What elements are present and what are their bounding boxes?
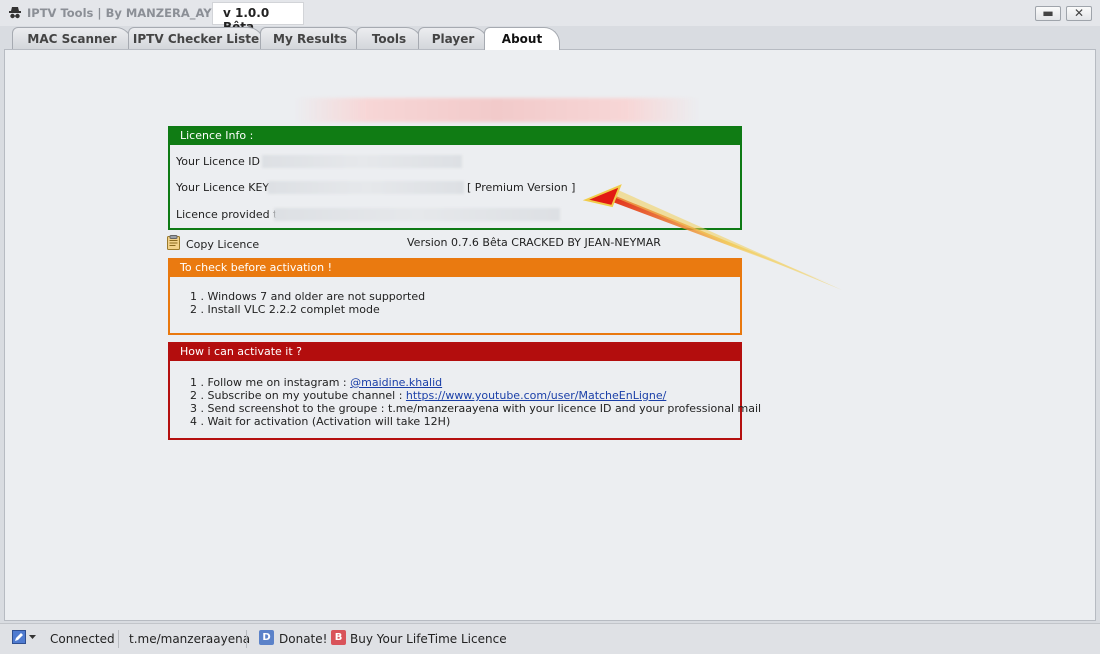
redacted-banner (295, 98, 699, 122)
connection-status: Connected (50, 632, 115, 646)
minimize-button[interactable]: ▬ (1035, 6, 1061, 21)
check-item: 2 . Install VLC 2.2.2 complet mode (190, 303, 380, 316)
edit-icon[interactable] (12, 630, 26, 644)
check-item: 1 . Windows 7 and older are not supporte… (190, 290, 426, 303)
buy-licence-button[interactable]: Buy Your LifeTime Licence (350, 632, 507, 646)
activate-item: 4 . Wait for activation (Activation will… (190, 415, 451, 428)
licence-provided-value (274, 208, 560, 221)
tab-about[interactable]: About (484, 27, 560, 50)
window-title: IPTV Tools | By MANZERA_AYNA (27, 6, 231, 20)
divider (118, 630, 119, 648)
licence-key-label: Your Licence KEY : (176, 181, 277, 194)
annotation-arrow-icon (582, 184, 842, 290)
licence-key-value[interactable] (268, 181, 464, 194)
version-box: v 1.0.0 Bêta (212, 2, 304, 34)
activate-item-text: 1 . Follow me on instagram : (190, 376, 351, 389)
tab-tools[interactable]: Tools (356, 27, 422, 49)
close-icon: ✕ (1073, 6, 1085, 20)
minimize-icon: ▬ (1042, 6, 1054, 20)
divider (246, 630, 247, 648)
donate-icon: D (259, 630, 274, 645)
spy-icon (9, 7, 21, 19)
licence-id-label: Your Licence ID : (176, 155, 268, 168)
status-bar: Connected t.me/manzeraayena D Donate! B … (0, 623, 1100, 654)
tab-player[interactable]: Player (418, 27, 488, 49)
tab-my-results[interactable]: My Results (260, 27, 360, 49)
licence-id-value[interactable] (262, 155, 462, 168)
activate-item: 2 . Subscribe on my youtube channel : ht… (190, 389, 666, 402)
buy-icon: B (331, 630, 346, 645)
premium-version-badge: [ Premium Version ] (467, 181, 576, 194)
telegram-link[interactable]: t.me/manzeraayena (129, 632, 250, 646)
activate-header: How i can activate it ? (170, 344, 740, 361)
clipboard-icon[interactable] (167, 235, 180, 250)
how-to-activate-panel: How i can activate it ? 1 . Follow me on… (168, 342, 761, 440)
chevron-down-icon[interactable] (29, 635, 36, 640)
copy-licence-button[interactable]: Copy Licence (186, 238, 259, 251)
tab-mac-scanner[interactable]: MAC Scanner (12, 27, 132, 49)
activate-item: 3 . Send screenshot to the groupe : t.me… (190, 402, 762, 415)
tab-strip: MAC Scanner IPTV Checker Liste My Result… (4, 27, 1096, 50)
tab-iptv-checker-liste[interactable]: IPTV Checker Liste (128, 27, 264, 49)
donate-button[interactable]: Donate! (279, 632, 327, 646)
youtube-link[interactable]: https://www.youtube.com/user/MatcheEnLig… (406, 389, 666, 402)
activate-item: 1 . Follow me on instagram : @maidine.kh… (190, 376, 442, 389)
licence-provided-label: Licence provided to (176, 208, 285, 221)
instagram-link[interactable]: @maidine.khalid (350, 376, 442, 389)
title-bar: IPTV Tools | By MANZERA_AYNA v 1.0.0 Bêt… (0, 0, 1100, 34)
close-button[interactable]: ✕ (1066, 6, 1092, 21)
about-page: Licence Info : Your Licence ID : Your Li… (4, 49, 1096, 621)
activate-item-text: 2 . Subscribe on my youtube channel : (190, 389, 406, 402)
